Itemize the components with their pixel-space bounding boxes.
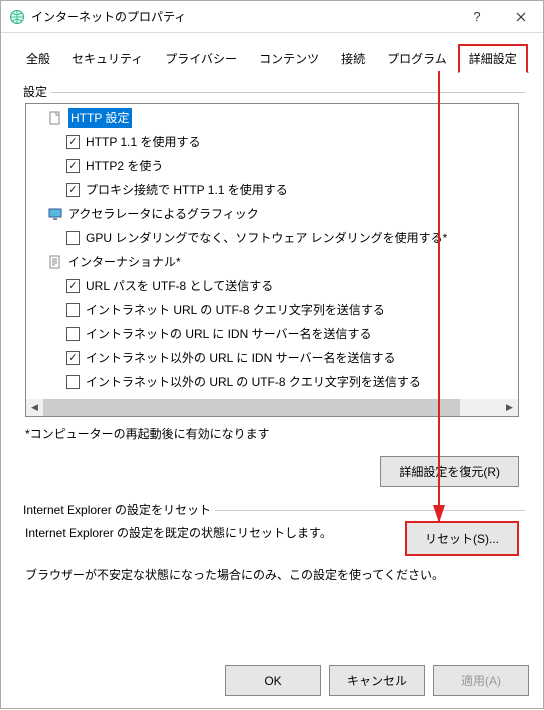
tree-item-label: URL パスを UTF-8 として送信する [86, 276, 273, 296]
close-button[interactable] [499, 2, 543, 32]
checkbox-icon[interactable]: ✓ [66, 183, 80, 197]
settings-tree-inner: HTTP 設定 ✓ HTTP 1.1 を使用する ✓ HTTP2 を使う ✓ プロキシ… [26, 104, 518, 399]
tab-content[interactable]: コンテンツ [248, 44, 330, 73]
cancel-button[interactable]: キャンセル [329, 665, 425, 696]
reset-button[interactable]: リセット(S)... [405, 521, 519, 556]
tree-item-label: イントラネット URL の UTF-8 クエリ文字列を送信する [86, 300, 385, 320]
tree-item-label: GPU レンダリングでなく、ソフトウェア レンダリングを使用する* [86, 228, 447, 248]
scroll-right-arrow-icon[interactable]: ▶ [501, 399, 518, 416]
ok-button[interactable]: OK [225, 665, 321, 696]
checkbox-icon[interactable] [66, 303, 80, 317]
dialog-window: インターネットのプロパティ ? 全般 セキュリティ プライバシー コンテンツ 接… [0, 0, 544, 709]
scroll-track[interactable] [43, 399, 501, 416]
checkbox-icon[interactable] [66, 375, 80, 389]
checkbox-icon[interactable]: ✓ [66, 159, 80, 173]
tree-item-label: プロキシ接続で HTTP 1.1 を使用する [86, 180, 288, 200]
help-button[interactable]: ? [455, 2, 499, 32]
app-icon [9, 9, 25, 25]
reset-description: Internet Explorer の設定を既定の状態にリセットします。 [25, 521, 393, 541]
scroll-left-arrow-icon[interactable]: ◀ [26, 399, 43, 416]
tree-header-accel[interactable]: アクセラレータによるグラフィック [26, 202, 518, 226]
checkbox-icon[interactable]: ✓ [66, 279, 80, 293]
checkbox-icon[interactable]: ✓ [66, 351, 80, 365]
tree-item-label: イントラネットの URL に IDN サーバー名を送信する [86, 324, 371, 344]
tree-item-label: HTTP2 を使う [86, 156, 163, 176]
tree-item[interactable]: イントラネットの URL に IDN サーバー名を送信する [26, 322, 518, 346]
tab-security[interactable]: セキュリティ [61, 44, 154, 73]
tree-header-http-label: HTTP 設定 [68, 108, 132, 128]
tab-connections[interactable]: 接続 [330, 44, 376, 73]
scroll-thumb[interactable] [43, 399, 460, 416]
tree-item[interactable]: ✓ URL パスを UTF-8 として送信する [26, 274, 518, 298]
tree-item[interactable]: ✓ プロキシ接続で HTTP 1.1 を使用する [26, 178, 518, 202]
title-bar: インターネットのプロパティ ? [1, 1, 543, 33]
tree-item[interactable]: ✓ HTTP2 を使う [26, 154, 518, 178]
document-icon [48, 255, 62, 269]
tree-item-label: イントラネット以外の URL に IDN サーバー名を送信する [86, 348, 395, 368]
tree-header-intl-label: インターナショナル* [68, 252, 181, 272]
horizontal-scrollbar[interactable]: ◀ ▶ [26, 399, 518, 416]
dialog-footer: OK キャンセル 適用(A) [1, 653, 543, 708]
tree-item[interactable]: GPU レンダリングでなく、ソフトウェア レンダリングを使用する* [26, 226, 518, 250]
apply-button[interactable]: 適用(A) [433, 665, 529, 696]
settings-group-label: 設定 [19, 83, 51, 100]
tab-general[interactable]: 全般 [15, 44, 61, 73]
reset-note: ブラウザーが不安定な状態になった場合にのみ、この設定を使ってください。 [25, 566, 519, 583]
tree-header-http[interactable]: HTTP 設定 [26, 106, 518, 130]
dialog-content: 全般 セキュリティ プライバシー コンテンツ 接続 プログラム 詳細設定 設定 … [1, 33, 543, 653]
checkbox-icon[interactable]: ✓ [66, 135, 80, 149]
tab-programs[interactable]: プログラム [376, 44, 458, 73]
restore-defaults-button[interactable]: 詳細設定を復元(R) [380, 456, 519, 487]
window-title: インターネットのプロパティ [31, 8, 455, 25]
reset-group: Internet Explorer の設定をリセット Internet Expl… [19, 501, 525, 583]
tab-panel-advanced: 設定 HTTP 設定 ✓ HTTP 1.1 を使用する ✓ HTTP2 を使う ✓ プ… [15, 73, 529, 639]
tree-item-label: イントラネット以外の URL の UTF-8 クエリ文字列を送信する [86, 372, 421, 392]
tree-header-intl[interactable]: インターナショナル* [26, 250, 518, 274]
checkbox-icon[interactable] [66, 231, 80, 245]
restart-note: *コンピューターの再起動後に有効になります [25, 425, 519, 442]
tree-item[interactable]: ✓ イントラネット以外の URL に IDN サーバー名を送信する [26, 346, 518, 370]
tab-advanced[interactable]: 詳細設定 [458, 44, 528, 73]
tab-privacy[interactable]: プライバシー [154, 44, 248, 73]
tree-header-accel-label: アクセラレータによるグラフィック [68, 204, 259, 224]
tab-strip: 全般 セキュリティ プライバシー コンテンツ 接続 プログラム 詳細設定 [15, 43, 529, 73]
settings-tree[interactable]: HTTP 設定 ✓ HTTP 1.1 を使用する ✓ HTTP2 を使う ✓ プロキシ… [25, 103, 519, 417]
divider [19, 92, 525, 93]
monitor-icon [48, 207, 62, 221]
tree-item[interactable]: ✓ HTTP 1.1 を使用する [26, 130, 518, 154]
tree-item[interactable]: イントラネット以外の URL の UTF-8 クエリ文字列を送信する [26, 370, 518, 394]
checkbox-icon[interactable] [66, 327, 80, 341]
tree-item-label: HTTP 1.1 を使用する [86, 132, 200, 152]
reset-group-label: Internet Explorer の設定をリセット [19, 501, 215, 518]
document-icon [48, 111, 62, 125]
tree-item[interactable]: イントラネット URL の UTF-8 クエリ文字列を送信する [26, 298, 518, 322]
